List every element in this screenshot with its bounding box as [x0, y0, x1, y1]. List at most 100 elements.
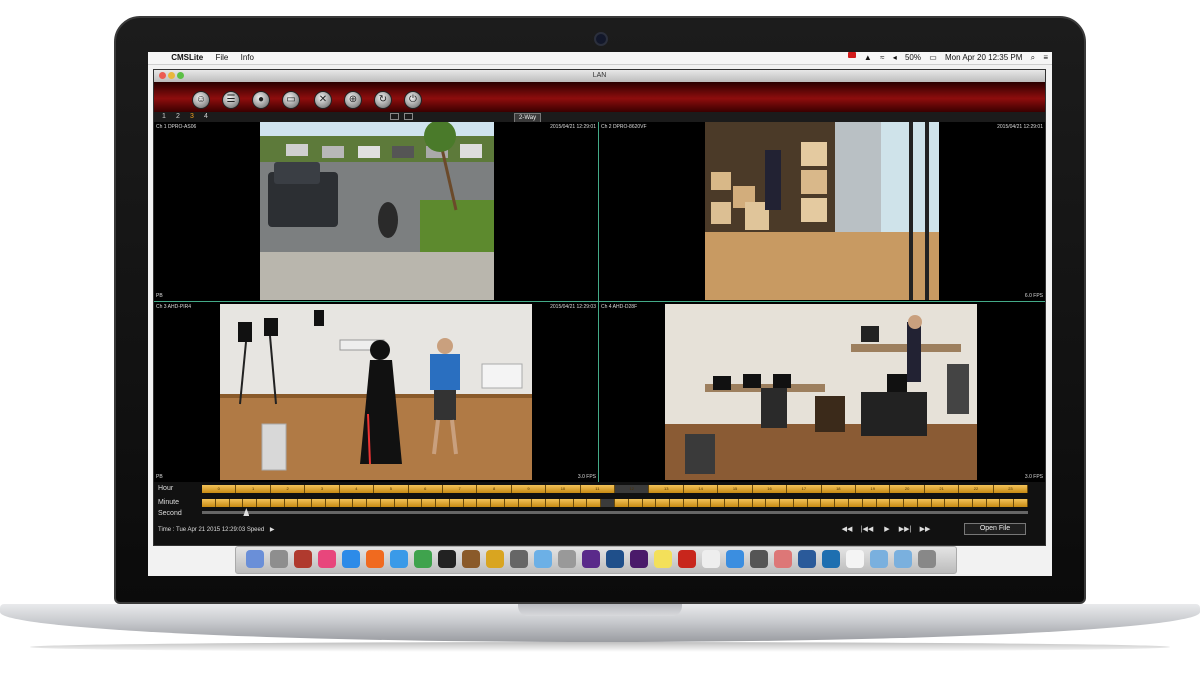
- photo-icon[interactable]: [294, 550, 312, 568]
- folder-icon[interactable]: [870, 550, 888, 568]
- single-view-icon[interactable]: [390, 113, 399, 120]
- messages-icon[interactable]: [726, 550, 744, 568]
- minute-segment[interactable]: [683, 499, 698, 507]
- utility-icon[interactable]: [510, 550, 528, 568]
- minute-segment[interactable]: [848, 499, 863, 507]
- minute-segment[interactable]: [436, 499, 450, 507]
- minute-segment[interactable]: [890, 499, 905, 507]
- minute-segment[interactable]: [1014, 499, 1028, 507]
- channel-3-view[interactable]: Ch 3 AHD-PIR4 2015/04/21 12:29:03 PB 3.0…: [154, 302, 599, 482]
- zoom-window-button[interactable]: [177, 72, 184, 79]
- menu-info[interactable]: Info: [241, 52, 254, 64]
- disk-icon[interactable]: [486, 550, 504, 568]
- wifi-icon[interactable]: ≈: [880, 52, 884, 64]
- hour-segment[interactable]: 12: [615, 485, 650, 493]
- user-icon[interactable]: ☺: [192, 91, 210, 109]
- chrome-icon[interactable]: [414, 550, 432, 568]
- rewind-icon[interactable]: ◀◀: [840, 525, 854, 535]
- minute-segment[interactable]: [284, 499, 299, 507]
- minute-segment[interactable]: [931, 499, 946, 507]
- power-icon[interactable]: ⏻: [404, 91, 422, 109]
- appstore-icon[interactable]: [342, 550, 360, 568]
- minute-segment[interactable]: [904, 499, 918, 507]
- display-icon[interactable]: ▭: [282, 91, 300, 109]
- battery-percent[interactable]: 50%: [905, 52, 921, 64]
- minute-segment[interactable]: [532, 499, 547, 507]
- minute-segment[interactable]: [711, 499, 726, 507]
- quad-view-icon[interactable]: [404, 113, 413, 120]
- textedit-icon[interactable]: [702, 550, 720, 568]
- minute-segment[interactable]: [972, 499, 987, 507]
- minute-segment[interactable]: [628, 499, 643, 507]
- second-slider-thumb[interactable]: [243, 508, 250, 516]
- minute-segment[interactable]: [202, 499, 216, 507]
- minute-segment[interactable]: [1000, 499, 1015, 507]
- safari-icon[interactable]: [390, 550, 408, 568]
- record-status-icon[interactable]: [847, 52, 856, 58]
- minute-segment[interactable]: [945, 499, 960, 507]
- premiere-icon[interactable]: [582, 550, 600, 568]
- minute-segment[interactable]: [793, 499, 808, 507]
- hour-segment[interactable]: 23: [993, 485, 1029, 493]
- minute-segment[interactable]: [449, 499, 464, 507]
- hour-segment[interactable]: 6: [408, 485, 443, 493]
- photoshop-icon[interactable]: [606, 550, 624, 568]
- minute-segment[interactable]: [298, 499, 313, 507]
- acrobat-icon[interactable]: [678, 550, 696, 568]
- step-back-icon[interactable]: |◀◀: [860, 525, 874, 535]
- launchpad-icon[interactable]: [270, 550, 288, 568]
- minute-segment[interactable]: [353, 499, 368, 507]
- document-icon[interactable]: [846, 550, 864, 568]
- minute-segment[interactable]: [559, 499, 574, 507]
- minute-segment[interactable]: [697, 499, 712, 507]
- trash-icon[interactable]: [918, 550, 936, 568]
- minute-segment[interactable]: [917, 499, 932, 507]
- folder2-icon[interactable]: [894, 550, 912, 568]
- minute-segment[interactable]: [229, 499, 244, 507]
- minute-segment[interactable]: [504, 499, 519, 507]
- refresh-icon[interactable]: ↻: [374, 91, 392, 109]
- hour-segment[interactable]: 15: [718, 485, 753, 493]
- hour-segment[interactable]: 0: [202, 485, 237, 493]
- list-icon[interactable]: ≡: [1043, 52, 1048, 64]
- hour-segment[interactable]: 3: [305, 485, 340, 493]
- hour-segment[interactable]: 4: [339, 485, 375, 493]
- itunes-icon[interactable]: [318, 550, 336, 568]
- view-1[interactable]: 1: [162, 112, 166, 122]
- minute-segment[interactable]: [959, 499, 973, 507]
- minute-segment[interactable]: [642, 499, 657, 507]
- notes-icon[interactable]: [654, 550, 672, 568]
- minute-segment[interactable]: [463, 499, 478, 507]
- minute-segment[interactable]: [243, 499, 258, 507]
- minute-segment[interactable]: [738, 499, 753, 507]
- minute-segment[interactable]: [587, 499, 602, 507]
- speed-arrow-icon[interactable]: ▶: [270, 527, 275, 533]
- minute-segment[interactable]: [725, 499, 739, 507]
- minute-segment[interactable]: [325, 499, 340, 507]
- menu-file[interactable]: File: [215, 52, 228, 64]
- quicklook-icon[interactable]: [558, 550, 576, 568]
- hour-segment[interactable]: 18: [821, 485, 857, 493]
- speed-label[interactable]: Speed: [247, 527, 264, 533]
- channel-2-view[interactable]: Ch 2 DPRO-8620VF 2015/04/21 12:29:01 6.0…: [599, 122, 1045, 302]
- view-3[interactable]: 3: [190, 112, 194, 122]
- minute-segment[interactable]: [656, 499, 671, 507]
- aftereffects-icon[interactable]: [630, 550, 648, 568]
- hour-segment[interactable]: 20: [890, 485, 925, 493]
- minute-segment[interactable]: [573, 499, 588, 507]
- hour-segment[interactable]: 9: [511, 485, 547, 493]
- hour-segment[interactable]: 11: [580, 485, 616, 493]
- camera-icon[interactable]: [750, 550, 768, 568]
- hour-segment[interactable]: 17: [787, 485, 822, 493]
- hour-segment[interactable]: 10: [546, 485, 581, 493]
- minute-segment[interactable]: [670, 499, 684, 507]
- fast-forward-icon[interactable]: ▶▶: [918, 525, 932, 535]
- minute-segment[interactable]: [380, 499, 395, 507]
- minute-segment[interactable]: [614, 499, 629, 507]
- minimize-window-button[interactable]: [168, 72, 175, 79]
- minute-segment[interactable]: [986, 499, 1001, 507]
- terminal-icon[interactable]: [438, 550, 456, 568]
- hour-segment[interactable]: 21: [924, 485, 960, 493]
- minute-segment[interactable]: [477, 499, 492, 507]
- hour-segment[interactable]: 13: [649, 485, 684, 493]
